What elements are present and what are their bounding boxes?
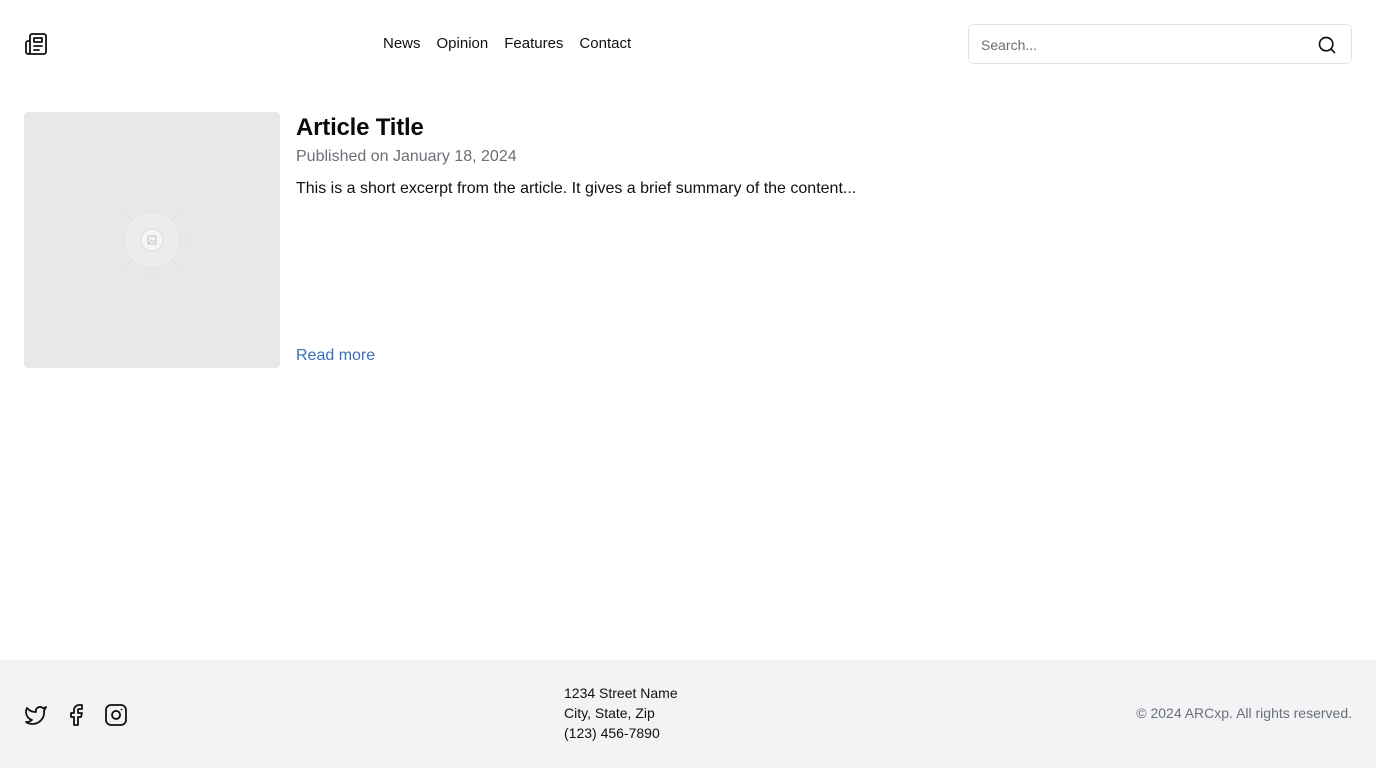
facebook-icon[interactable] [64, 703, 88, 727]
site-header: News Opinion Features Contact [0, 0, 1376, 88]
article-title[interactable]: Article Title [296, 112, 424, 144]
read-more-link[interactable]: Read more [296, 345, 375, 367]
twitter-icon[interactable] [24, 703, 48, 727]
site-footer: 1234 Street Name City, State, Zip (123) … [0, 660, 1376, 768]
article-image[interactable] [24, 112, 280, 368]
contact-address: 1234 Street Name City, State, Zip (123) … [564, 683, 678, 743]
article-excerpt: This is a short excerpt from the article… [296, 180, 857, 197]
search-input[interactable] [981, 34, 1301, 56]
address-street: 1234 Street Name [564, 685, 678, 701]
instagram-icon[interactable] [104, 703, 128, 727]
image-placeholder-icon [108, 196, 196, 284]
social-links [24, 703, 128, 727]
nav-link-opinion[interactable]: Opinion [437, 33, 489, 55]
newspaper-icon[interactable] [24, 32, 48, 56]
nav-link-news[interactable]: News [383, 33, 421, 55]
main-nav: News Opinion Features Contact [383, 33, 631, 55]
nav-link-features[interactable]: Features [504, 33, 563, 55]
search-box [968, 24, 1352, 64]
copyright-text: © 2024 ARCxp. All rights reserved. [1136, 705, 1352, 721]
address-city: City, State, Zip [564, 705, 655, 721]
address-phone: (123) 456-7890 [564, 725, 660, 741]
search-icon[interactable] [1317, 35, 1337, 55]
nav-link-contact[interactable]: Contact [579, 33, 631, 55]
article-card: Article Title Published on January 18, 2… [24, 112, 1352, 368]
article-date: Published on January 18, 2024 [296, 148, 517, 165]
